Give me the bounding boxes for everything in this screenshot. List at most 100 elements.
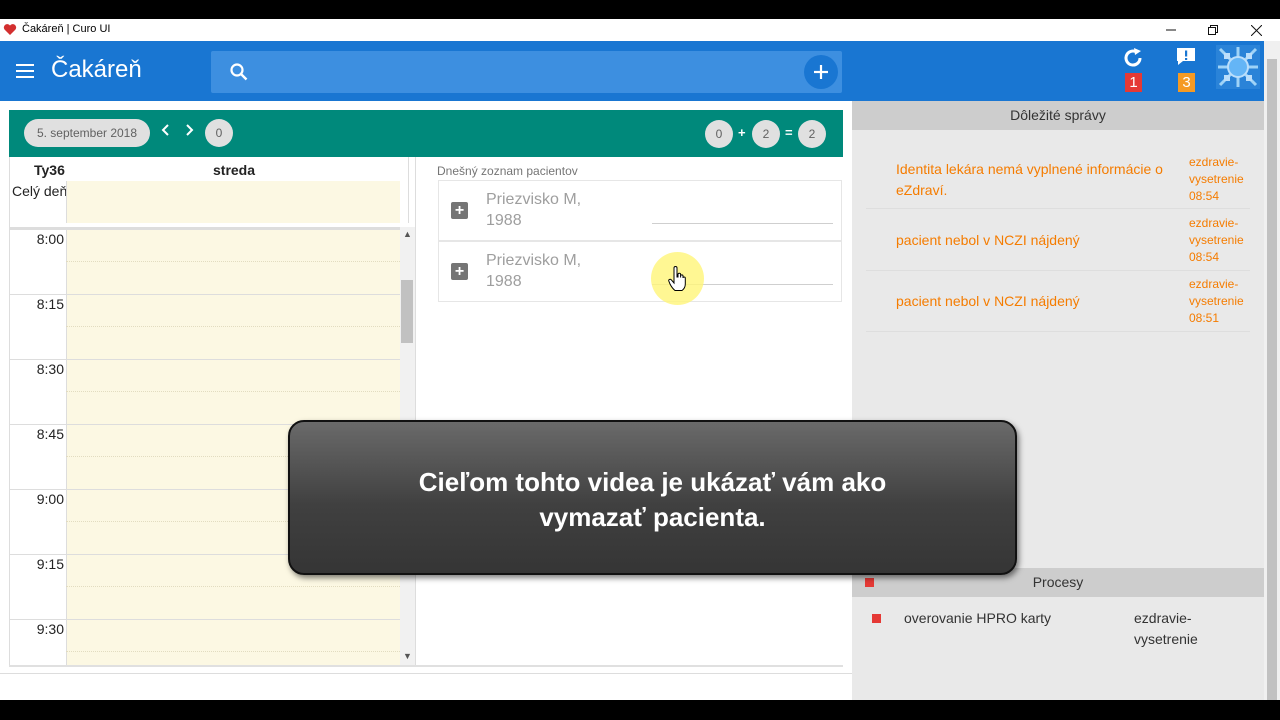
search-icon [230, 63, 248, 81]
patient-birth-year: 1988 [486, 212, 522, 229]
app-bar: Čakáreň 1 3 [0, 41, 1264, 101]
plus-sign: + [738, 125, 746, 140]
day-header: streda [213, 162, 256, 178]
process-source: ezdravie-vysetrenie [1134, 610, 1198, 647]
slot-line [10, 359, 400, 360]
chevron-right-icon [186, 124, 194, 136]
slot-line [66, 586, 400, 587]
screen: Čakáreň | Curo UI Čakáreň 1 3 5. septemb… [0, 0, 1280, 720]
content-bottom-border [9, 665, 843, 667]
slot-line [66, 651, 400, 652]
caption-line-2: vymazať pacienta. [539, 502, 766, 532]
message-text: pacient nebol v NCZI nájdený [896, 293, 1080, 309]
plus-icon [814, 65, 828, 79]
message-time: 08:54 [1189, 189, 1220, 203]
day-calendar: Ty36 streda Celý deň 8:00 8:15 8:30 8:45 [9, 157, 416, 667]
status-strip [0, 673, 852, 700]
patient-birth-year: 1988 [486, 273, 522, 290]
page-title: Čakáreň [51, 56, 142, 83]
patient-item[interactable]: + Priezvisko M, 1988 [438, 180, 842, 241]
window-titlebar: Čakáreň | Curo UI [0, 19, 1280, 41]
all-day-cell[interactable] [66, 181, 400, 223]
close-button[interactable] [1235, 19, 1277, 41]
patient-list-panel: Dnešný zoznam pacientov + Priezvisko M, … [415, 157, 843, 667]
window-title: Čakáreň | Curo UI [22, 23, 111, 35]
caption-line-1: Cieľom tohto videa je ukázať vám ako [418, 467, 887, 497]
time-label: 8:15 [36, 296, 64, 312]
window-scrollbar[interactable] [1264, 41, 1280, 709]
restore-button[interactable] [1192, 19, 1234, 41]
main-content: 5. september 2018 0 0 + 2 = 2 Ty36 stred… [0, 101, 852, 700]
date-picker[interactable]: 5. september 2018 [24, 119, 150, 147]
header-divider [408, 157, 409, 223]
week-number: Ty36 [34, 162, 65, 178]
message-time: 08:54 [1189, 250, 1220, 264]
message-item[interactable]: Identita lekára nemá vyplnené informácie… [866, 151, 1250, 209]
minimize-button[interactable] [1150, 19, 1192, 41]
minimize-icon [1166, 29, 1176, 31]
close-icon [1250, 24, 1262, 36]
calendar-scrollbar-thumb[interactable] [401, 280, 413, 343]
chevron-left-icon [161, 124, 169, 136]
message-source-name: ezdravie-vysetrenie [1189, 277, 1244, 308]
patient-name: Priezvisko M, [486, 191, 582, 208]
slot-line [10, 229, 400, 230]
time-label: 8:45 [36, 426, 64, 442]
slot-line [66, 261, 400, 262]
time-label: 9:30 [36, 621, 64, 637]
count-badge[interactable]: 0 [205, 119, 233, 147]
window-scrollbar-thumb[interactable] [1267, 59, 1277, 709]
message-time: 08:51 [1189, 311, 1220, 325]
medical-cross-icon: + [451, 202, 468, 219]
scroll-down-arrow-icon[interactable]: ▼ [403, 651, 412, 661]
message-source-name: ezdravie-vysetrenie [1189, 216, 1244, 247]
process-status-icon [872, 614, 881, 623]
all-day-label: Celý deň [12, 183, 68, 199]
add-patient-button[interactable] [804, 55, 838, 89]
letterbox-bottom [0, 700, 1280, 720]
sum-total-badge[interactable]: 2 [798, 120, 826, 148]
process-name[interactable]: overovanie HPRO karty [904, 608, 1051, 629]
time-label: 9:15 [36, 556, 64, 572]
caption-text: Cieľom tohto videa je ukázať vám ako vym… [310, 465, 995, 535]
sum-badge-b[interactable]: 2 [752, 120, 780, 148]
video-caption-overlay: Cieľom tohto videa je ukázať vám ako vym… [288, 420, 1017, 575]
messages-panel: Dôležité správy Identita lekára nemá vyp… [852, 101, 1264, 700]
patient-list-title: Dnešný zoznam pacientov [437, 164, 578, 178]
prev-day-button[interactable] [161, 123, 171, 142]
message-source: ezdravie-vysetrenie 08:54 [1189, 215, 1259, 266]
alerts-badge: 3 [1178, 73, 1195, 92]
patient-note-underline [652, 223, 833, 224]
sync-badge: 1 [1125, 73, 1142, 92]
message-item[interactable]: pacient nebol v NCZI nájdený ezdravie-vy… [866, 274, 1250, 332]
medical-cross-icon: + [451, 263, 468, 280]
time-label: 8:00 [36, 231, 64, 247]
scroll-up-arrow-icon[interactable]: ▲ [403, 229, 412, 239]
slot-line [66, 326, 400, 327]
message-text: pacient nebol v NCZI nájdený [896, 232, 1080, 248]
search-input[interactable] [211, 51, 842, 93]
curo-logo[interactable] [1216, 45, 1260, 89]
restore-icon [1208, 25, 1218, 35]
hand-cursor-icon [668, 266, 686, 291]
slot-line [66, 391, 400, 392]
patient-name: Priezvisko M, [486, 252, 582, 269]
time-label: 8:30 [36, 361, 64, 377]
time-label: 9:00 [36, 491, 64, 507]
equals-sign: = [785, 125, 793, 140]
message-text: Identita lekára nemá vyplnené informácie… [896, 161, 1163, 198]
next-day-button[interactable] [184, 123, 194, 142]
message-item[interactable]: pacient nebol v NCZI nájdený ezdravie-vy… [866, 213, 1250, 271]
slot-line [10, 619, 400, 620]
slot-line [10, 294, 400, 295]
sync-icon[interactable] [1122, 47, 1144, 69]
notification-alert-icon[interactable] [1175, 47, 1197, 67]
message-source: ezdravie-vysetrenie 08:54 [1189, 154, 1259, 205]
messages-header: Dôležité správy [852, 101, 1264, 130]
letterbox-top [0, 0, 1280, 19]
hamburger-menu-icon[interactable] [16, 64, 34, 78]
patient-item[interactable]: + Priezvisko M, 1988 [438, 241, 842, 302]
sum-badge-a[interactable]: 0 [705, 120, 733, 148]
process-status-icon [865, 578, 874, 587]
message-source-name: ezdravie-vysetrenie [1189, 155, 1244, 186]
